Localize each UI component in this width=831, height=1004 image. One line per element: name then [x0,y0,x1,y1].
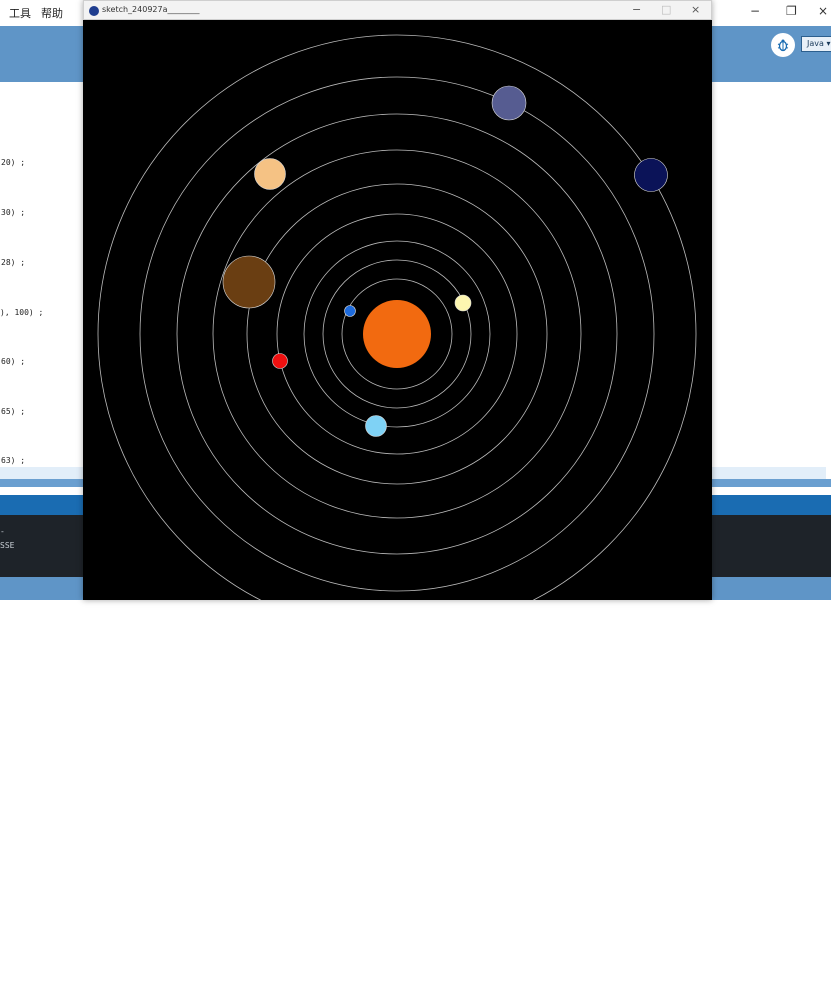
ide-minimize-icon[interactable]: − [750,4,760,18]
planet-blue-dwarf [344,305,356,317]
minimize-icon[interactable]: − [632,3,641,16]
planet-light-blue [365,415,387,437]
code-line: 28) ; [1,258,26,267]
menu-tools[interactable]: 工具 [9,5,31,21]
code-line: 60) ; [1,357,26,366]
console-line: SSE [0,541,15,550]
console-line: - [0,527,5,536]
sketch-titlebar[interactable]: sketch_240927a________ − □ × [83,0,712,20]
processing-app-icon [89,6,99,16]
planet-slate-blue [491,85,527,121]
menu-help[interactable]: 帮助 [41,5,63,21]
code-line: 20) ; [1,158,26,167]
ide-close-icon[interactable]: × [818,4,828,18]
mode-select[interactable]: Java ▾ [801,36,831,52]
sketch-window: sketch_240927a________ − □ × [83,0,712,600]
code-line: 30) ; [1,208,26,217]
planet-pale-yellow [454,294,472,312]
close-icon[interactable]: × [691,3,700,16]
copy-icon[interactable] [813,994,823,1004]
planet-navy [634,158,668,192]
debug-button[interactable] [771,33,795,57]
code-line: 63) ; [1,456,26,465]
code-line: 65) ; [1,407,26,416]
sketch-canvas[interactable] [83,20,712,600]
code-line: ), 100) ; [0,308,44,317]
planet-peach [254,158,286,190]
bug-icon [777,39,789,52]
maximize-icon[interactable]: □ [661,3,671,16]
planet-red [272,353,288,369]
ide-restore-icon[interactable]: ❐ [786,4,797,18]
sketch-window-title: sketch_240927a________ [102,5,200,14]
planet-brown-giant [222,255,276,309]
sun [363,300,431,368]
